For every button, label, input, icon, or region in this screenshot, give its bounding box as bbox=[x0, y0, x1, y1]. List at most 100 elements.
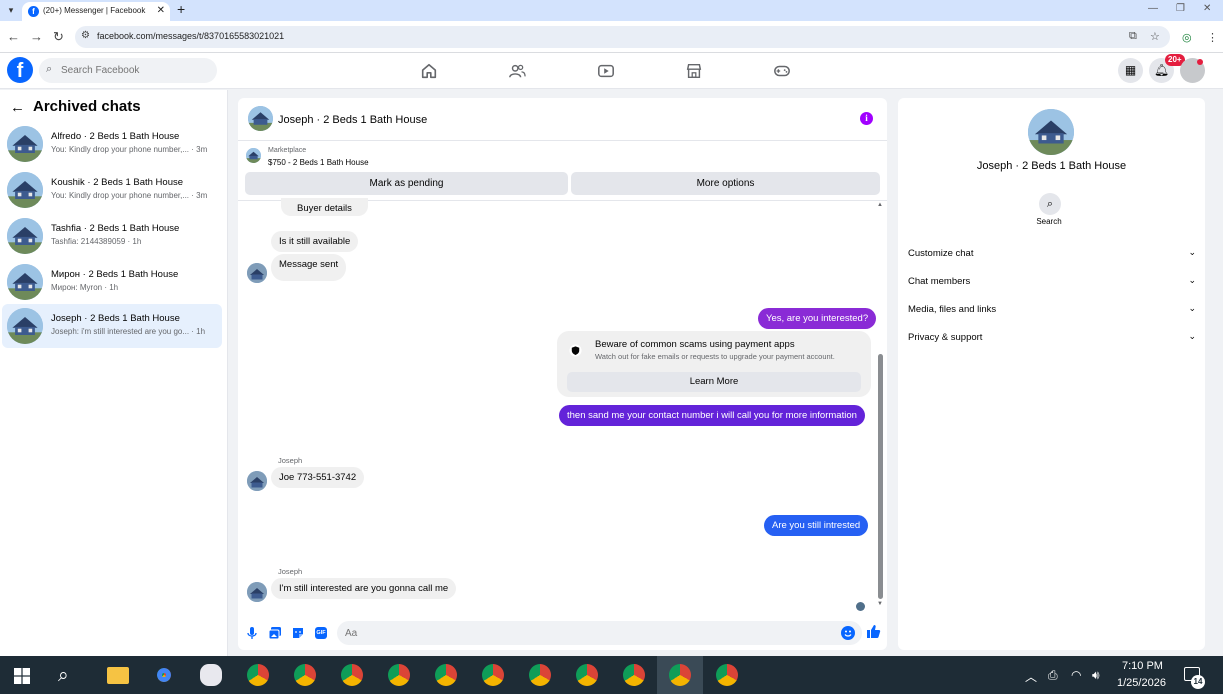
scroll-down-arrow-icon[interactable]: ▼ bbox=[877, 601, 883, 607]
site-settings-icon[interactable]: ⚙ bbox=[81, 30, 93, 42]
tab-search-icon[interactable]: ▾ bbox=[4, 3, 18, 17]
home-icon[interactable] bbox=[420, 62, 438, 80]
chat-list-item-active[interactable]: Joseph · 2 Beds 1 Bath House Joseph: i'm… bbox=[2, 304, 222, 348]
shield-icon bbox=[569, 344, 582, 357]
gif-icon[interactable]: GIF bbox=[315, 627, 327, 639]
message-bubble-incoming: Message sent bbox=[271, 254, 347, 281]
chat-list-item[interactable]: Alfredo · 2 Beds 1 Bath House You: Kindl… bbox=[2, 122, 222, 166]
url-text: facebook.com/messages/t/8370165583021021 bbox=[97, 31, 285, 41]
chat-list-item[interactable]: Мирон · 2 Beds 1 Bath House Мирон: Myron… bbox=[2, 260, 222, 304]
photo-icon[interactable] bbox=[268, 626, 282, 640]
section-label: Media, files and links bbox=[908, 304, 997, 315]
info-icon[interactable]: i bbox=[860, 112, 873, 125]
facebook-search[interactable]: ⌕ bbox=[39, 58, 217, 83]
profile-extension-icon[interactable]: ◎ bbox=[1182, 31, 1192, 44]
browser-tab-strip: ▾ f (20+) Messenger | Facebook ✕ + — ❐ ✕ bbox=[0, 0, 1223, 21]
friends-icon[interactable] bbox=[508, 62, 526, 80]
message-input[interactable] bbox=[337, 621, 862, 645]
chrome-profile-icon[interactable] bbox=[482, 664, 504, 686]
bookmark-star-icon[interactable]: ☆ bbox=[1150, 30, 1160, 43]
listing-title[interactable]: $750 - 2 Beds 1 Bath House bbox=[268, 158, 369, 167]
scam-warning-subtitle: Watch out for fake emails or requests to… bbox=[595, 352, 835, 361]
messages-scrollbar[interactable]: ▲ ▼ bbox=[876, 202, 885, 614]
minimize-icon[interactable]: — bbox=[1148, 3, 1158, 14]
chat-list-item[interactable]: Koushik · 2 Beds 1 Bath House You: Kindl… bbox=[2, 168, 222, 212]
search-in-conversation-icon[interactable]: ⌕ bbox=[1039, 193, 1061, 215]
emoji-icon[interactable] bbox=[841, 626, 855, 640]
reload-icon[interactable]: ↻ bbox=[53, 29, 64, 45]
video-icon[interactable] bbox=[597, 62, 615, 80]
scam-warning-title: Beware of common scams using payment app… bbox=[595, 339, 795, 350]
chrome-profile-icon[interactable] bbox=[388, 664, 410, 686]
customize-chat-section[interactable]: Customize chat ⌄ bbox=[908, 244, 1196, 264]
chrome-profile-icon[interactable] bbox=[247, 664, 269, 686]
sender-name: Joseph bbox=[278, 456, 303, 465]
volume-icon[interactable]: 🔊︎ bbox=[1092, 668, 1100, 683]
tab-close-icon[interactable]: ✕ bbox=[157, 5, 165, 16]
like-thumb-icon[interactable] bbox=[866, 624, 881, 639]
chrome-profile-icon[interactable] bbox=[435, 664, 457, 686]
conversation-profile-name: Joseph · 2 Beds 1 Bath House bbox=[976, 160, 1127, 172]
sticker-icon[interactable] bbox=[291, 626, 305, 640]
message-bubble-outgoing: Are you still intrested bbox=[764, 515, 869, 536]
gaming-icon[interactable] bbox=[773, 62, 791, 80]
chat-list-item[interactable]: Tashfia · 2 Beds 1 Bath House Tashfia: 2… bbox=[2, 214, 222, 258]
conversation-avatar[interactable] bbox=[248, 106, 273, 131]
tray-overflow-chevron-icon[interactable]: ︿ bbox=[1025, 668, 1037, 685]
marketplace-icon[interactable] bbox=[685, 62, 703, 80]
chrome-profile-icon[interactable] bbox=[576, 664, 598, 686]
chrome-profile-icon-active[interactable] bbox=[669, 664, 691, 686]
mark-as-pending-button[interactable]: Mark as pending bbox=[245, 172, 568, 195]
section-label: Customize chat bbox=[908, 248, 974, 259]
conversation-title[interactable]: Joseph · 2 Beds 1 Bath House bbox=[278, 114, 427, 126]
install-app-icon[interactable]: ⧉ bbox=[1129, 30, 1137, 43]
archived-chats-title: Archived chats bbox=[33, 98, 141, 115]
meet-now-icon[interactable]: ⎙ bbox=[1048, 668, 1058, 683]
chrome-profile-icon[interactable] bbox=[294, 664, 316, 686]
menu-grid-icon[interactable]: ▦ bbox=[1118, 58, 1143, 83]
back-icon[interactable]: ← bbox=[7, 29, 20, 44]
chevron-down-icon: ⌄ bbox=[1188, 247, 1196, 257]
scroll-thumb[interactable] bbox=[878, 354, 883, 599]
facebook-search-input[interactable] bbox=[61, 62, 211, 79]
search-icon: ⌕ bbox=[46, 63, 53, 75]
chat-members-section[interactable]: Chat members ⌄ bbox=[908, 272, 1196, 292]
learn-more-button[interactable]: Learn More bbox=[567, 372, 861, 392]
windows-start-icon[interactable] bbox=[14, 668, 30, 684]
snipping-tool-icon[interactable] bbox=[200, 664, 222, 686]
chrome-menu-icon[interactable]: ⋮ bbox=[1207, 31, 1218, 44]
tab-title: (20+) Messenger | Facebook bbox=[43, 6, 146, 15]
file-explorer-icon[interactable] bbox=[107, 667, 129, 684]
chrome-profile-icon[interactable] bbox=[716, 664, 738, 686]
privacy-support-section[interactable]: Privacy & support ⌄ bbox=[908, 328, 1196, 348]
buyer-details-button[interactable]: Buyer details bbox=[281, 198, 368, 216]
chrome-app-icon[interactable] bbox=[153, 664, 175, 686]
clock-date[interactable]: 1/25/2026 bbox=[1117, 677, 1166, 689]
facebook-logo[interactable]: f bbox=[7, 57, 33, 83]
address-bar[interactable]: ⚙ facebook.com/messages/t/83701655830210… bbox=[75, 26, 1170, 48]
microphone-icon[interactable] bbox=[245, 626, 259, 640]
new-tab-icon[interactable]: + bbox=[177, 1, 185, 17]
conversation-profile-avatar[interactable] bbox=[1028, 109, 1074, 155]
conversation-panel: Joseph · 2 Beds 1 Bath House i Marketpla… bbox=[238, 98, 887, 650]
marketplace-label: Marketplace bbox=[268, 147, 307, 154]
listing-thumbnail[interactable] bbox=[246, 148, 261, 163]
restore-icon[interactable]: ❐ bbox=[1176, 3, 1185, 14]
more-options-button[interactable]: More options bbox=[571, 172, 880, 195]
chrome-profile-icon[interactable] bbox=[623, 664, 645, 686]
media-files-links-section[interactable]: Media, files and links ⌄ bbox=[908, 300, 1196, 320]
chat-details-panel: Joseph · 2 Beds 1 Bath House ⌕ Search Cu… bbox=[898, 98, 1205, 650]
back-arrow-icon[interactable]: ← bbox=[10, 99, 25, 116]
chat-snippet: You: Kindly drop your phone number,... ·… bbox=[51, 145, 208, 154]
scroll-up-arrow-icon[interactable]: ▲ bbox=[877, 202, 883, 208]
chrome-profile-icon[interactable] bbox=[341, 664, 363, 686]
forward-icon[interactable]: → bbox=[30, 29, 43, 44]
chrome-profile-icon[interactable] bbox=[529, 664, 551, 686]
taskbar-search-icon[interactable]: ⌕ bbox=[58, 665, 69, 687]
wifi-icon[interactable]: ◠ bbox=[1071, 668, 1081, 682]
facebook-favicon-icon: f bbox=[28, 6, 39, 17]
browser-tab[interactable]: f (20+) Messenger | Facebook ✕ bbox=[22, 2, 170, 21]
clock-time[interactable]: 7:10 PM bbox=[1122, 660, 1163, 672]
window-close-icon[interactable]: ✕ bbox=[1203, 3, 1211, 14]
notification-count-badge: 14 bbox=[1191, 675, 1205, 689]
